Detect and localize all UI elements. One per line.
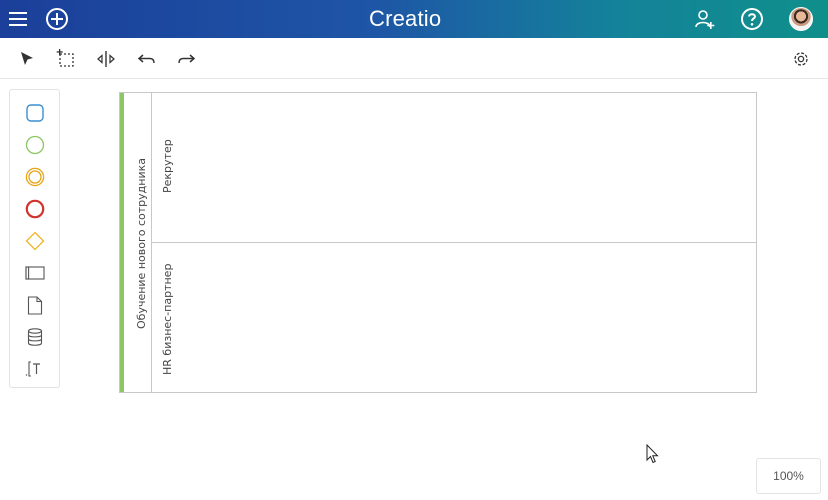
zoom-level-text: 100% [773,469,804,483]
lasso-select-icon[interactable] [55,48,77,70]
pool-header[interactable]: Обучение нового сотрудника [124,93,152,392]
data-object-icon[interactable] [24,294,46,316]
end-event-icon[interactable] [24,198,46,220]
menu-icon[interactable] [3,4,33,34]
pool-label: Обучение нового сотрудника [135,158,148,329]
start-event-icon[interactable] [24,134,46,156]
lane-hr-business-partner[interactable]: HR бизнес-партнер [152,243,757,392]
top-bar: Creatio [0,0,828,38]
zoom-level[interactable]: 100% [756,458,821,494]
gear-icon[interactable] [790,48,812,70]
app-logo: Creatio [369,6,442,31]
redo-icon[interactable] [175,48,197,70]
add-user-icon[interactable] [690,4,720,34]
text-annotation-icon[interactable] [24,358,46,380]
add-circle-icon[interactable] [42,4,72,34]
avatar[interactable] [789,7,813,31]
intermediate-event-icon[interactable] [24,166,46,188]
gateway-icon[interactable] [24,230,46,252]
pointer-icon[interactable] [16,48,38,70]
process-pool[interactable]: Обучение нового сотрудника Рекрутер HR б… [119,92,757,393]
data-store-icon[interactable] [24,326,46,348]
element-palette [9,89,60,388]
lane-label: Рекрутер [161,139,174,193]
space-tool-icon[interactable] [95,48,117,70]
mouse-cursor-icon [646,443,660,469]
task-icon[interactable] [24,102,46,124]
lane-recruiter[interactable]: Рекрутер [152,93,757,243]
lane-label: HR бизнес-партнер [161,263,174,375]
help-icon[interactable] [737,4,767,34]
subprocess-icon[interactable] [24,262,46,284]
designer-toolbar [0,38,828,79]
undo-icon[interactable] [136,48,158,70]
